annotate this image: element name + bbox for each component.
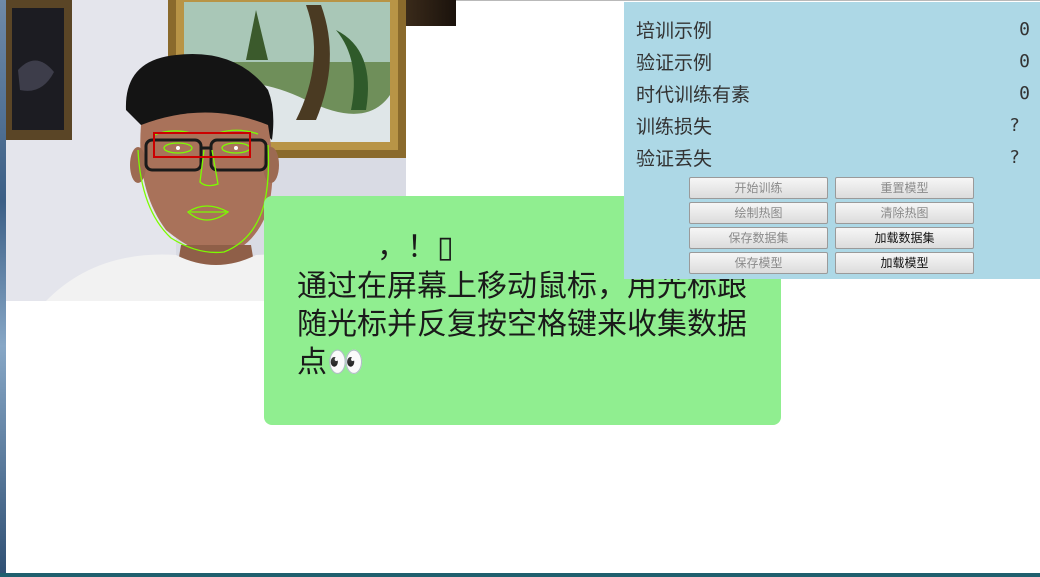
- save-model-button[interactable]: 保存模型: [689, 252, 828, 274]
- draw-heatmap-button[interactable]: 绘制热图: [689, 202, 828, 224]
- stat-training-loss: 训练损失 ?: [636, 109, 1030, 141]
- stat-label: 培训示例: [636, 19, 713, 42]
- stat-value: 0: [1019, 50, 1030, 72]
- load-model-button[interactable]: 加载模型: [835, 252, 974, 274]
- training-panel: 培训示例 0 验证示例 0 时代训练有素 0 训练损失 ? 验证丢失 ? 开始训…: [624, 2, 1040, 279]
- instruction-text: 通过在屏幕上移动鼠标，用光标跟随光标并反复按空格键来收集数据点👀: [297, 269, 747, 380]
- taskbar-edge: [0, 573, 1040, 577]
- stat-value: 0: [1019, 82, 1030, 104]
- stat-label: 验证丢失: [636, 147, 713, 170]
- stat-label: 训练损失: [636, 115, 713, 138]
- stat-value: ?: [1009, 146, 1020, 168]
- load-dataset-button[interactable]: 加载数据集: [835, 227, 974, 249]
- stat-training-examples: 培训示例 0: [636, 13, 1030, 45]
- webcam-edge-strip: [406, 0, 456, 26]
- start-training-button[interactable]: 开始训练: [689, 177, 828, 199]
- stat-label: 验证示例: [636, 51, 713, 74]
- stat-validation-loss: 验证丢失 ?: [636, 141, 1030, 173]
- stat-value: 0: [1019, 18, 1030, 40]
- stat-epochs-trained: 时代训练有素 0: [636, 77, 1030, 109]
- save-dataset-button[interactable]: 保存数据集: [689, 227, 828, 249]
- training-buttons: 开始训练 重置模型 绘制热图 清除热图 保存数据集 加载数据集 保存模型 加载模…: [689, 177, 1030, 274]
- clear-heatmap-button[interactable]: 清除热图: [835, 202, 974, 224]
- stat-label: 时代训练有素: [636, 83, 751, 106]
- stat-validation-examples: 验证示例 0: [636, 45, 1030, 77]
- reset-model-button[interactable]: 重置模型: [835, 177, 974, 199]
- stat-value: ?: [1009, 114, 1020, 136]
